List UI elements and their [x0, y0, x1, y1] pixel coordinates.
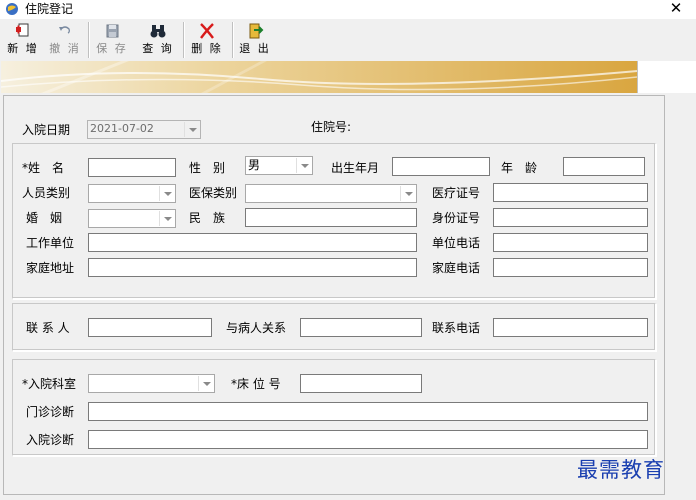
window-title: 住院登记: [25, 2, 74, 16]
undo-button[interactable]: 撤 消: [46, 21, 84, 61]
home-address-field[interactable]: [88, 258, 417, 277]
admit-date-picker[interactable]: 2021-07-02: [87, 120, 201, 139]
patient-info-group: *姓 名 性 别 男 出生年月 年 龄 人员类别 医保类别 医疗证号 婚 姻 民…: [12, 143, 656, 299]
home-phone-label: 家庭电话: [432, 261, 481, 275]
new-label: 新 增: [7, 42, 39, 55]
name-field[interactable]: [88, 158, 176, 177]
unit-phone-field[interactable]: [493, 233, 648, 252]
marriage-label: 婚 姻: [26, 211, 63, 225]
dept-select[interactable]: [88, 374, 215, 393]
admission-number-label: 住院号:: [311, 120, 352, 134]
sex-label: 性 别: [189, 161, 226, 175]
insurance-type-select[interactable]: [245, 184, 417, 203]
dept-label: *入院科室: [22, 377, 77, 391]
id-card-label: 身份证号: [432, 211, 481, 225]
save-label: 保 存: [96, 42, 128, 55]
save-button[interactable]: 保 存: [93, 21, 131, 61]
contact-phone-field[interactable]: [493, 318, 648, 337]
home-phone-field[interactable]: [493, 258, 648, 277]
sex-value: 男: [248, 158, 261, 172]
work-unit-label: 工作单位: [26, 236, 75, 250]
birth-date-label: 出生年月: [331, 161, 380, 175]
name-label: *姓 名: [22, 161, 65, 175]
contact-phone-label: 联系电话: [432, 321, 481, 335]
bed-field[interactable]: [300, 374, 422, 393]
ethnic-field[interactable]: [245, 208, 417, 227]
medical-card-field[interactable]: [493, 183, 648, 202]
birth-date-field[interactable]: [392, 157, 490, 176]
floppy-disk-icon: [106, 24, 119, 38]
red-x-icon: [200, 23, 214, 39]
exit-label: 退 出: [239, 42, 271, 55]
inpatient-registration-window: 住院登记 ✕ 新 增 撤 消 保 存 查 询 删 除 退 出 入院日期 2021…: [0, 0, 696, 500]
admit-diagnosis-field[interactable]: [88, 430, 648, 449]
relation-field[interactable]: [300, 318, 422, 337]
person-type-label: 人员类别: [22, 186, 71, 200]
delete-button[interactable]: 删 除: [188, 21, 226, 61]
admit-date-value: 2021-07-02: [90, 122, 154, 135]
outpatient-diagnosis-label: 门诊诊断: [26, 405, 75, 419]
age-label: 年 龄: [501, 161, 538, 175]
chevron-down-icon: [400, 186, 415, 201]
contact-label: 联 系 人: [26, 321, 70, 335]
relation-label: 与病人关系: [226, 321, 287, 335]
outpatient-diagnosis-field[interactable]: [88, 402, 648, 421]
home-address-label: 家庭地址: [26, 261, 75, 275]
title-bar: 住院登记 ✕: [0, 0, 696, 19]
chevron-down-icon: [159, 211, 174, 226]
chevron-down-icon: [159, 186, 174, 201]
bed-label: *床 位 号: [231, 377, 281, 391]
toolbar-separator: [232, 22, 234, 58]
contact-field[interactable]: [88, 318, 212, 337]
chevron-down-icon: [184, 122, 199, 137]
undo-label: 撤 消: [49, 42, 81, 55]
delete-label: 删 除: [191, 42, 223, 55]
id-card-field[interactable]: [493, 208, 648, 227]
exit-button[interactable]: 退 出: [236, 21, 274, 61]
marriage-select[interactable]: [88, 209, 176, 228]
sex-select[interactable]: 男: [245, 156, 313, 175]
header-banner: [1, 61, 637, 93]
work-unit-field[interactable]: [88, 233, 417, 252]
query-label: 查 询: [142, 42, 174, 55]
chevron-down-icon: [296, 158, 311, 173]
contact-info-group: 联 系 人 与病人关系 联系电话: [12, 303, 656, 351]
binoculars-icon: [150, 25, 166, 38]
undo-icon: [59, 26, 70, 34]
toolbar-separator: [183, 22, 185, 58]
medical-card-label: 医疗证号: [432, 186, 481, 200]
chevron-down-icon: [198, 376, 213, 391]
new-button[interactable]: 新 增: [4, 21, 42, 61]
close-button[interactable]: ✕: [666, 0, 686, 18]
registration-form: 入院日期 2021-07-02 住院号: *姓 名 性 别 男 出生年月 年 龄…: [3, 95, 665, 495]
admission-info-group: *入院科室 *床 位 号 门诊诊断 入院诊断: [12, 359, 656, 456]
ethnic-label: 民 族: [189, 211, 226, 225]
exit-door-icon: [249, 23, 264, 39]
banner-blank-area: [637, 61, 696, 93]
person-type-select[interactable]: [88, 184, 176, 203]
admit-diagnosis-label: 入院诊断: [26, 433, 75, 447]
watermark-text: 最需教育: [577, 458, 665, 482]
age-field[interactable]: [563, 157, 645, 176]
toolbar-separator: [88, 22, 90, 58]
toolbar: 新 增 撤 消 保 存 查 询 删 除 退 出: [0, 19, 696, 61]
unit-phone-label: 单位电话: [432, 236, 481, 250]
new-record-icon: [16, 23, 29, 37]
app-globe-icon: [6, 3, 18, 15]
admit-date-label: 入院日期: [22, 123, 71, 137]
insurance-type-label: 医保类别: [189, 186, 238, 200]
query-button[interactable]: 查 询: [139, 21, 177, 61]
